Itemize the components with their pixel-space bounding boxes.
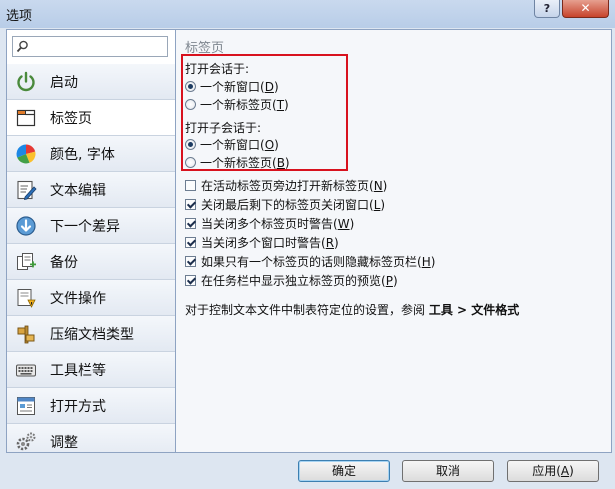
open-child-session-label: 打开子会话于: xyxy=(185,121,262,135)
backup-icon xyxy=(15,251,37,273)
sidebar-item-next-difference[interactable]: 下一个差异 xyxy=(7,208,175,244)
title-bar: 选项 ? ✕ xyxy=(0,0,615,28)
warn-close-multiple-tabs-checkbox[interactable]: 当关闭多个标签页时警告(W) xyxy=(185,215,354,232)
sidebar-item-tabs[interactable]: 标签页 xyxy=(7,100,175,136)
sidebar-item-label: 下一个差异 xyxy=(50,218,120,235)
close-button[interactable]: ✕ xyxy=(562,0,609,18)
keyboard-icon xyxy=(15,359,37,381)
sidebar-item-label: 备份 xyxy=(50,254,78,271)
file-format-reference: 工具 > 文件格式 xyxy=(428,303,520,317)
sidebar-item-toolbars[interactable]: 工具栏等 xyxy=(7,352,175,388)
sidebar-item-label: 压缩文档类型 xyxy=(50,326,134,343)
sidebar-item-colors-fonts[interactable]: 颜色, 字体 xyxy=(7,136,175,172)
checkbox[interactable] xyxy=(185,275,196,286)
sidebar-item-text-editing[interactable]: 文本编辑 xyxy=(7,172,175,208)
help-button[interactable]: ? xyxy=(534,0,560,18)
archive-types-icon xyxy=(15,323,37,345)
sidebar-nav: 启动 标签页 颜色, 字体 文本编辑 下一个差异 备份 文件操作 压缩文档类型 … xyxy=(7,64,175,453)
tab-page-icon xyxy=(15,107,37,129)
gears-icon xyxy=(15,431,37,453)
sidebar-item-label: 颜色, 字体 xyxy=(50,146,115,163)
checkbox[interactable] xyxy=(185,180,196,191)
sidebar-item-file-operations[interactable]: 文件操作 xyxy=(7,280,175,316)
tabs-settings-panel: 标签页 打开会话于: 一个新窗口(D) 一个新标签页(T) 打开子会话于: 一个… xyxy=(176,29,612,453)
taskbar-tab-previews-checkbox[interactable]: 在任务栏中显示独立标签页的预览(P) xyxy=(185,272,398,289)
checkbox[interactable] xyxy=(185,199,196,210)
radio-button[interactable] xyxy=(185,81,196,92)
sidebar-item-label: 调整 xyxy=(50,434,78,451)
page-title: 标签页 xyxy=(185,41,225,56)
sidebar-item-label: 文本编辑 xyxy=(50,182,106,199)
radio-button[interactable] xyxy=(185,157,196,168)
text-edit-icon xyxy=(15,179,37,201)
radio-button[interactable] xyxy=(185,99,196,110)
open-with-icon xyxy=(15,395,37,417)
sidebar-item-label: 启动 xyxy=(50,74,78,91)
file-operations-icon xyxy=(15,287,37,309)
checkbox[interactable] xyxy=(185,218,196,229)
open-session-new-window-radio[interactable]: 一个新窗口(D) xyxy=(185,78,279,95)
open-session-label: 打开会话于: xyxy=(185,62,250,76)
search-box[interactable] xyxy=(12,36,168,57)
apply-button[interactable]: 应用(A) xyxy=(507,460,599,482)
search-input[interactable] xyxy=(31,38,165,55)
hide-tab-bar-single-tab-checkbox[interactable]: 如果只有一个标签页的话则隐藏标签页栏(H) xyxy=(185,253,435,270)
sidebar-item-startup[interactable]: 启动 xyxy=(7,64,175,100)
sidebar-item-label: 打开方式 xyxy=(50,398,106,415)
power-icon xyxy=(15,71,37,93)
sidebar-item-label: 标签页 xyxy=(50,110,92,127)
sidebar-item-backup[interactable]: 备份 xyxy=(7,244,175,280)
next-difference-icon xyxy=(15,215,37,237)
sidebar-item-open-with[interactable]: 打开方式 xyxy=(7,388,175,424)
checkbox[interactable] xyxy=(185,237,196,248)
radio-button[interactable] xyxy=(185,139,196,150)
sidebar-item-tweaks[interactable]: 调整 xyxy=(7,424,175,453)
sidebar-item-archive-types[interactable]: 压缩文档类型 xyxy=(7,316,175,352)
tab-stop-info-text: 对于控制文本文件中制表符定位的设置，参阅 工具 > 文件格式 xyxy=(185,303,520,317)
warn-close-multiple-windows-checkbox[interactable]: 当关闭多个窗口时警告(R) xyxy=(185,234,339,251)
checkbox[interactable] xyxy=(185,256,196,267)
color-palette-icon xyxy=(15,143,37,165)
open-session-new-tab-radio[interactable]: 一个新标签页(T) xyxy=(185,96,289,113)
search-icon xyxy=(16,40,28,53)
open-child-new-window-radio[interactable]: 一个新窗口(O) xyxy=(185,136,279,153)
sidebar: 启动 标签页 颜色, 字体 文本编辑 下一个差异 备份 文件操作 压缩文档类型 … xyxy=(6,29,176,453)
close-last-tab-closes-window-checkbox[interactable]: 关闭最后剩下的标签页关闭窗口(L) xyxy=(185,196,385,213)
open-next-to-active-checkbox[interactable]: 在活动标签页旁边打开新标签页(N) xyxy=(185,177,387,194)
open-child-new-tab-radio[interactable]: 一个新标签页(B) xyxy=(185,154,290,171)
sidebar-item-label: 文件操作 xyxy=(50,290,106,307)
cancel-button[interactable]: 取消 xyxy=(402,460,494,482)
ok-button[interactable]: 确定 xyxy=(298,460,390,482)
window-title: 选项 xyxy=(6,9,33,24)
sidebar-item-label: 工具栏等 xyxy=(50,362,106,379)
